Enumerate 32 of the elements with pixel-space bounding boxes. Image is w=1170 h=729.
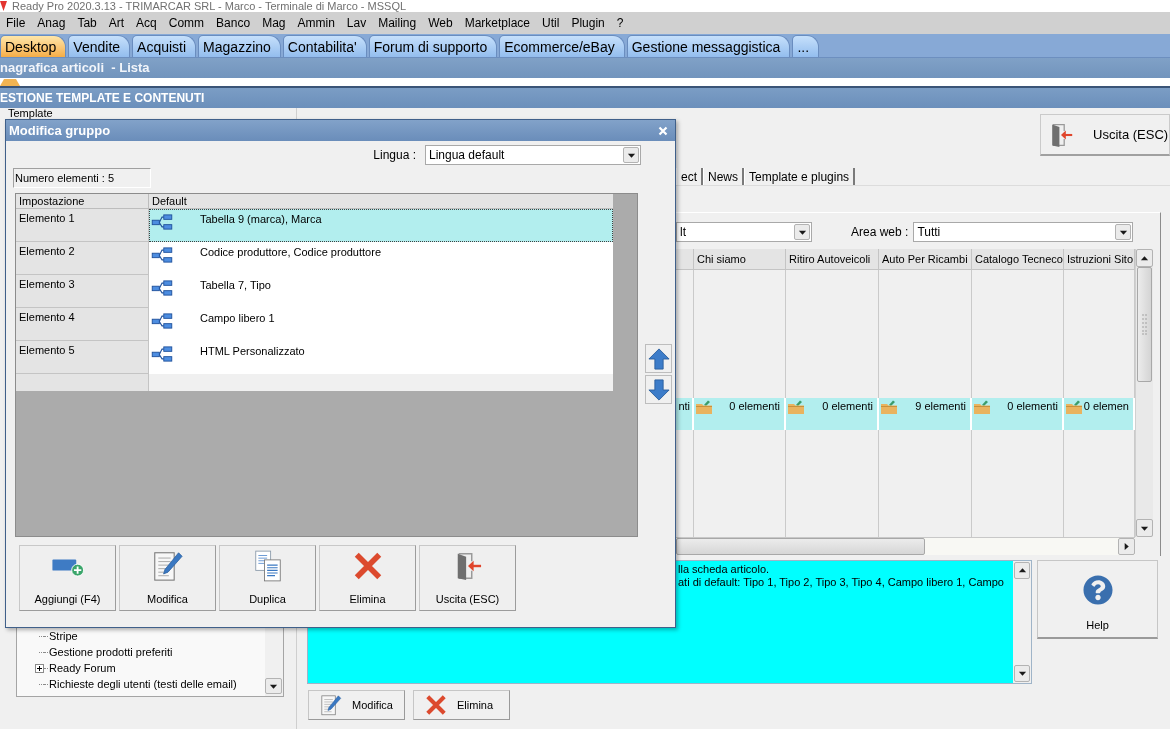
cell-text: Codice produttore, Codice produttore	[200, 246, 381, 259]
section-title: ESTIONE TEMPLATE E CONTENUTI	[0, 90, 205, 107]
area-web-label: Area web :	[851, 224, 909, 241]
description-text: ati di default: Tipo 1, Tipo 2, Tipo 3, Tipo 4, Campo libero 1, Campo	[678, 576, 1004, 589]
column-header: Ritiro Autoveicoli	[786, 249, 879, 269]
window-title: Ready Pro 2020.3.13 - TRIMARCAR SRL - Marco - Terminale di Marco - MSSQL	[12, 0, 407, 12]
table-cell: Elemento 3	[16, 275, 149, 308]
table-cell: Elemento 1	[16, 209, 149, 242]
cell-text: Tabella 9 (marca), Marca	[200, 213, 322, 226]
column-header: Chi siamo	[694, 249, 786, 269]
cell-text: Tabella 7, Tipo	[200, 279, 271, 292]
column-header: Default	[151, 194, 188, 208]
element-count-field: Numero elementi : 5	[13, 168, 151, 188]
column-header: Impostazione	[16, 194, 149, 208]
cell-text: HTML Personalizzato	[200, 345, 305, 358]
table-cell: Elemento 5	[16, 341, 149, 374]
description-text: lla scheda articolo.	[678, 563, 770, 576]
breadcrumb-title: nagrafica articoli - Lista	[0, 59, 150, 78]
cell-text: 0 elementi	[729, 400, 780, 413]
column-header: Auto Per Ricambi	[879, 249, 972, 269]
table-cell: Elemento 4	[16, 308, 149, 341]
table-cell: Elemento 2	[16, 242, 149, 275]
language-label: Lingua :	[373, 147, 416, 164]
cell-text: Campo libero 1	[200, 312, 275, 325]
cell-text: 0 elementi	[1007, 400, 1058, 413]
dialog-title: Modifica gruppo	[9, 121, 111, 140]
cell-text: 0 elementi	[822, 400, 873, 413]
cell-text: nti	[678, 400, 690, 413]
column-header: Catalogo Tecneco	[972, 249, 1064, 269]
cell-text: 9 elementi	[915, 400, 966, 413]
cell-text: 0 elemen	[1083, 400, 1129, 413]
group-label: Template	[7, 108, 53, 119]
